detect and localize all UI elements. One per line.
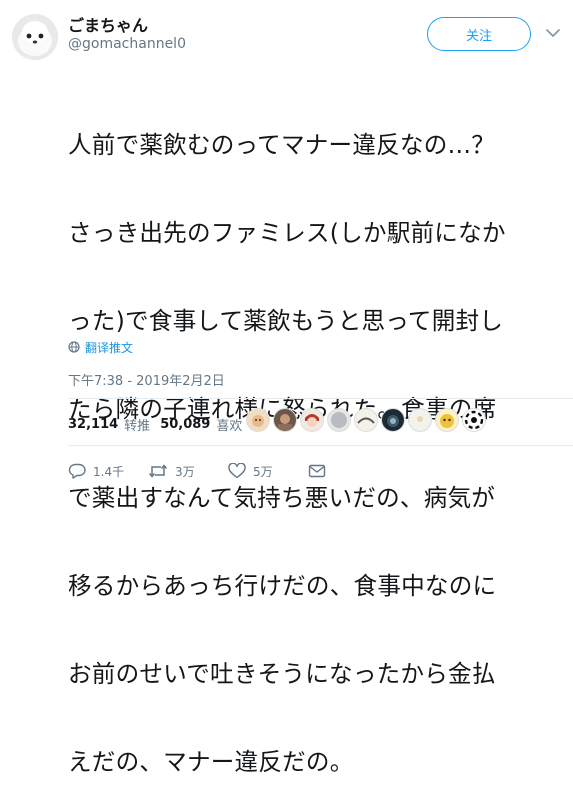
liker-avatar-1-icon — [252, 415, 264, 427]
tweet-timestamp[interactable]: 下午7:38 - 2019年2月2日 — [68, 370, 225, 389]
tweet-text-line: 移るからあっち行けだの、食事中なのに — [68, 571, 497, 600]
globe-icon — [68, 341, 80, 353]
reply-button[interactable]: 1.4千 — [68, 459, 124, 483]
liker-avatar[interactable] — [381, 408, 405, 432]
heart-icon — [228, 463, 246, 479]
retweet-button[interactable]: 3万 — [148, 459, 195, 483]
envelope-icon — [308, 464, 326, 478]
retweet-total[interactable]: 32,114 — [68, 417, 118, 432]
user-handle[interactable]: @gomachannel0 — [68, 36, 186, 52]
tweet-text-line: で薬出すなんて気持ち悪いだの、病気が — [68, 483, 496, 512]
like-button[interactable]: 5万 — [228, 459, 273, 483]
liker-avatar-3-icon — [305, 414, 319, 427]
liker-avatar[interactable] — [462, 408, 486, 432]
tweet-stats: 32,114 转推 50,089 喜欢 — [68, 415, 252, 434]
liker-avatar-7-icon — [413, 414, 427, 428]
reply-count: 1.4千 — [93, 464, 125, 479]
tweet-text-line: お前のせいで吐きそうになったから金払 — [68, 660, 496, 689]
liker-avatar-8-icon — [440, 414, 454, 428]
seal-avatar-icon — [12, 14, 58, 60]
liker-avatar-9-icon — [464, 410, 484, 430]
liker-avatar[interactable] — [435, 408, 459, 432]
tweet-actions: 1.4千 3万 5万 — [68, 459, 368, 483]
like-total[interactable]: 50,089 — [160, 417, 210, 432]
retweet-count: 3万 — [175, 464, 195, 479]
liker-avatar[interactable] — [408, 408, 432, 432]
like-count: 5万 — [253, 464, 273, 479]
liker-avatar-5-icon — [357, 417, 375, 424]
translate-link[interactable]: 翻译推文 — [68, 339, 133, 355]
tweet-text-line: さっき出先のファミレス(しか駅前になか — [68, 219, 506, 248]
liker-avatar[interactable] — [300, 408, 324, 432]
avatar[interactable] — [12, 14, 58, 60]
translate-label: 翻译推文 — [85, 340, 134, 355]
chevron-down-icon[interactable] — [545, 26, 561, 40]
liker-avatar-2-icon — [278, 414, 292, 431]
liker-avatar-4-icon — [331, 412, 347, 428]
liker-avatar-6-icon — [387, 415, 399, 427]
liker-avatar[interactable] — [246, 408, 270, 432]
tweet-text: 人前で薬飲むのってマナー違反なの…？ さっき出先のファミレス(しか駅前になか っ… — [68, 72, 568, 807]
like-total-label[interactable]: 喜欢 — [216, 415, 242, 434]
message-button[interactable] — [308, 459, 333, 483]
reply-icon — [68, 463, 86, 479]
liker-avatar[interactable] — [354, 408, 378, 432]
follow-button[interactable]: 关注 — [427, 17, 531, 51]
tweet-text-line: った)で食事して薬飲もうと思って開封し — [68, 307, 504, 336]
retweet-icon — [148, 464, 168, 478]
liker-avatar[interactable] — [273, 408, 297, 432]
tweet-text-line: えだの、マナー違反だの。 — [68, 748, 354, 777]
retweet-total-label[interactable]: 转推 — [124, 415, 150, 434]
display-name[interactable]: ごまちゃん — [68, 12, 148, 36]
divider — [68, 445, 573, 446]
tweet-text-line: 人前で薬飲むのってマナー違反なの…？ — [68, 130, 496, 159]
liker-avatar[interactable] — [327, 408, 351, 432]
divider — [68, 398, 573, 399]
